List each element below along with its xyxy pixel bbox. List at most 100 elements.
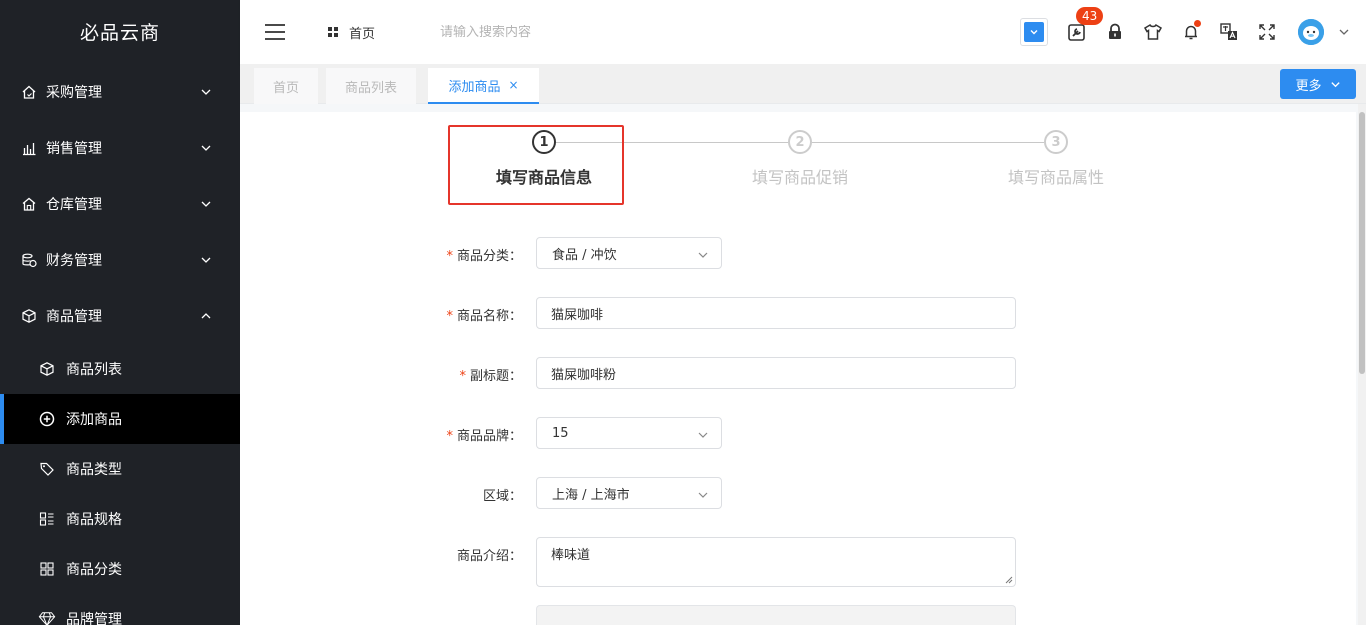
tools-icon[interactable]: 43 bbox=[1058, 7, 1104, 52]
step-title: 填写商品属性 bbox=[1008, 168, 1105, 187]
step-number: 3 bbox=[1044, 130, 1068, 154]
menu-group-finance[interactable]: 财务管理 bbox=[0, 232, 240, 288]
cube-icon bbox=[20, 307, 38, 325]
cube-icon bbox=[38, 360, 56, 378]
more-label: 更多 bbox=[1295, 78, 1322, 94]
sidebar-item-goods-list[interactable]: 商品列表 bbox=[0, 344, 240, 394]
select-value: 食品 / 冲饮 bbox=[552, 247, 617, 263]
goods-submenu: 商品列表 添加商品 商品类型 商品规格 商品分类 品牌管理 bbox=[0, 344, 240, 625]
app-logo: 必品云商 bbox=[79, 22, 160, 44]
home-icon bbox=[20, 83, 38, 101]
bar-chart-icon bbox=[20, 139, 38, 157]
shirt-icon[interactable] bbox=[1134, 12, 1172, 52]
menu-toggle-icon[interactable] bbox=[265, 24, 285, 40]
diamond-icon bbox=[38, 610, 56, 625]
tab-home[interactable]: 首页 bbox=[254, 68, 318, 104]
top-header: 首页 43 bbox=[240, 0, 1366, 64]
menu-group-label: 销售管理 bbox=[46, 141, 102, 157]
main-content: 1 2 3 填写商品信息 填写商品促销 填写商品属性 * 商品分类： 食品 / 冲… bbox=[240, 104, 1366, 625]
tab-add-goods[interactable]: 添加商品 × bbox=[428, 68, 539, 104]
region-select[interactable]: 上海 / 上海市 bbox=[536, 477, 722, 509]
close-icon[interactable]: × bbox=[508, 78, 518, 92]
steps: 1 2 3 填写商品信息 填写商品促销 填写商品属性 bbox=[240, 112, 1356, 222]
sidebar: 必品云商 采购管理 销售管理 仓库管理 财务管理 商品管理 商品列表 添加商品 … bbox=[0, 0, 240, 625]
sidebar-item-add-goods[interactable]: 添加商品 bbox=[0, 394, 240, 444]
tab-goods-list[interactable]: 商品列表 bbox=[326, 68, 416, 104]
chevron-down-icon[interactable] bbox=[1338, 26, 1350, 38]
field-label: * 商品分类： bbox=[446, 249, 522, 264]
step-number: 2 bbox=[788, 130, 812, 154]
menu-group-warehouse[interactable]: 仓库管理 bbox=[0, 176, 240, 232]
sidebar-item-label: 商品类型 bbox=[66, 462, 122, 478]
dropdown-select-icon[interactable] bbox=[1020, 18, 1048, 46]
step-title: 填写商品促销 bbox=[752, 168, 849, 187]
sidebar-item-goods-spec[interactable]: 商品规格 bbox=[0, 494, 240, 544]
sidebar-item-goods-type[interactable]: 商品类型 bbox=[0, 444, 240, 494]
chevron-down-icon bbox=[201, 89, 211, 95]
field-label: 商品介绍： bbox=[456, 549, 522, 564]
chevron-down-icon bbox=[201, 145, 211, 151]
description-textarea[interactable]: 棒味道 bbox=[536, 537, 1016, 587]
tab-label: 商品列表 bbox=[344, 80, 397, 96]
current-step-highlight bbox=[448, 125, 624, 205]
menu-group-goods[interactable]: 商品管理 bbox=[0, 288, 240, 344]
menu-group-label: 采购管理 bbox=[46, 85, 102, 101]
goods-name-input[interactable]: 猫屎咖啡 bbox=[536, 297, 1016, 329]
select-value: 15 bbox=[552, 425, 569, 441]
form-card: 1 2 3 填写商品信息 填写商品促销 填写商品属性 * 商品分类： 食品 / 冲… bbox=[240, 112, 1356, 625]
brand-select[interactable]: 15 bbox=[536, 417, 722, 449]
dashboard-icon bbox=[328, 27, 338, 37]
chevron-up-icon bbox=[201, 313, 211, 319]
sidebar-item-goods-category[interactable]: 商品分类 bbox=[0, 544, 240, 594]
header-actions: 43 bbox=[1020, 7, 1366, 52]
input-value: 猫屎咖啡 bbox=[551, 307, 604, 323]
tabs-bar: 首页 商品列表 添加商品 × 更多 bbox=[240, 64, 1366, 104]
plus-circle-icon bbox=[38, 410, 56, 428]
spec-list-icon bbox=[38, 510, 56, 528]
tab-label: 首页 bbox=[272, 80, 299, 96]
notification-dot bbox=[1194, 20, 1201, 27]
menu-group-label: 商品管理 bbox=[46, 309, 102, 325]
field-label: * 商品品牌： bbox=[446, 429, 522, 444]
chevron-down-icon bbox=[201, 257, 211, 263]
sidebar-item-label: 品牌管理 bbox=[66, 612, 122, 625]
menu-group-sales[interactable]: 销售管理 bbox=[0, 120, 240, 176]
fullscreen-icon[interactable] bbox=[1248, 12, 1286, 52]
menu-group-purchase[interactable]: 采购管理 bbox=[0, 64, 240, 120]
scrollbar-thumb[interactable] bbox=[1359, 112, 1365, 374]
finance-icon bbox=[20, 251, 38, 269]
chevron-down-icon bbox=[698, 252, 708, 258]
sidebar-item-label: 添加商品 bbox=[66, 412, 122, 428]
next-field-disabled bbox=[536, 605, 1016, 625]
resize-grip-icon[interactable] bbox=[1005, 576, 1013, 584]
chevron-down-icon bbox=[1330, 81, 1340, 87]
textarea-value: 棒味道 bbox=[551, 548, 591, 563]
breadcrumb-home: 首页 bbox=[349, 26, 376, 42]
grid-icon bbox=[38, 560, 56, 578]
menu-group-label: 仓库管理 bbox=[46, 197, 102, 213]
sidebar-item-label: 商品规格 bbox=[66, 512, 122, 528]
bell-icon[interactable] bbox=[1172, 12, 1210, 52]
chevron-down-icon bbox=[698, 492, 708, 498]
lock-icon[interactable] bbox=[1096, 12, 1134, 52]
sidebar-item-brand[interactable]: 品牌管理 bbox=[0, 594, 240, 625]
select-value: 上海 / 上海市 bbox=[552, 487, 630, 503]
field-label: 区域： bbox=[482, 489, 522, 504]
step-connector bbox=[812, 142, 1044, 143]
tab-label: 添加商品 bbox=[448, 79, 501, 95]
page-scrollbar[interactable] bbox=[1358, 104, 1366, 625]
chevron-down-icon bbox=[201, 201, 211, 207]
warehouse-icon bbox=[20, 195, 38, 213]
more-button[interactable]: 更多 bbox=[1280, 69, 1356, 99]
avatar[interactable] bbox=[1298, 19, 1324, 45]
category-select[interactable]: 食品 / 冲饮 bbox=[536, 237, 722, 269]
field-label: * 商品名称： bbox=[446, 309, 522, 324]
breadcrumb[interactable]: 首页 bbox=[327, 23, 375, 42]
search-input[interactable] bbox=[440, 24, 691, 40]
input-value: 猫屎咖啡粉 bbox=[551, 367, 617, 383]
subtitle-input[interactable]: 猫屎咖啡粉 bbox=[536, 357, 1016, 389]
menu-group-label: 财务管理 bbox=[46, 253, 102, 269]
chevron-down-icon bbox=[698, 432, 708, 438]
sidebar-item-label: 商品列表 bbox=[66, 362, 122, 378]
translate-icon[interactable] bbox=[1210, 12, 1248, 52]
